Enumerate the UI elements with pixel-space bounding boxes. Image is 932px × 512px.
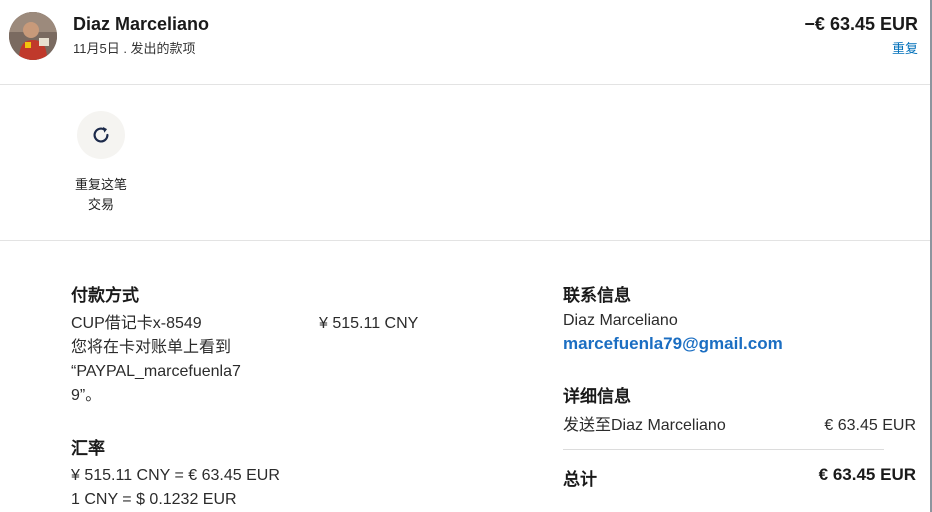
transaction-header: Diaz Marceliano 11月5日 . 发出的款项 −€ 63.45 E…	[0, 0, 930, 85]
avatar	[9, 12, 57, 60]
statement-note-line3: 9”。	[71, 387, 102, 404]
payment-card: CUP借记卡x-8549	[71, 315, 202, 332]
transaction-details-page: Diaz Marceliano 11月5日 . 发出的款项 −€ 63.45 E…	[0, 0, 932, 512]
contact-info-title: 联系信息	[563, 286, 631, 305]
total-amount: € 63.45 EUR	[818, 465, 916, 484]
payment-method-title: 付款方式	[71, 286, 139, 305]
repeat-label-line2: 交易	[87, 197, 114, 212]
repeat-label-line1: 重复这笔	[74, 177, 127, 192]
details-title: 详细信息	[563, 387, 631, 406]
contact-name: Diaz Marceliano	[563, 312, 678, 329]
action-section: 重复这笔 交易	[0, 85, 930, 241]
details-divider	[563, 449, 884, 450]
exchange-rate-title: 汇率	[71, 439, 105, 458]
repeat-transaction-button[interactable]	[77, 111, 125, 159]
statement-note-line2: “PAYPAL_marcefuenla7	[71, 363, 241, 380]
transaction-date-type: 11月5日 . 发出的款项	[73, 41, 196, 56]
sent-to-label: 发送至Diaz Marceliano	[563, 417, 726, 434]
transaction-amount: −€ 63.45 EUR	[804, 14, 918, 34]
payment-amount: ¥ 515.11 CNY	[319, 315, 419, 332]
merchant-name: Diaz Marceliano	[73, 14, 210, 34]
repeat-transaction-label[interactable]: 重复这笔 交易	[66, 175, 136, 215]
exchange-rate-line1: ¥ 515.11 CNY = € 63.45 EUR	[71, 467, 280, 484]
refresh-icon	[93, 126, 109, 143]
total-label: 总计	[563, 470, 597, 489]
exchange-rate-line2: 1 CNY = $ 0.1232 EUR	[71, 491, 237, 508]
statement-note-line1: 您将在卡对账单上看到	[71, 339, 232, 356]
sent-amount: € 63.45 EUR	[824, 417, 916, 434]
repeat-link[interactable]: 重复	[892, 38, 918, 57]
contact-email-link[interactable]: marcefuenla79@gmail.com	[563, 334, 783, 354]
